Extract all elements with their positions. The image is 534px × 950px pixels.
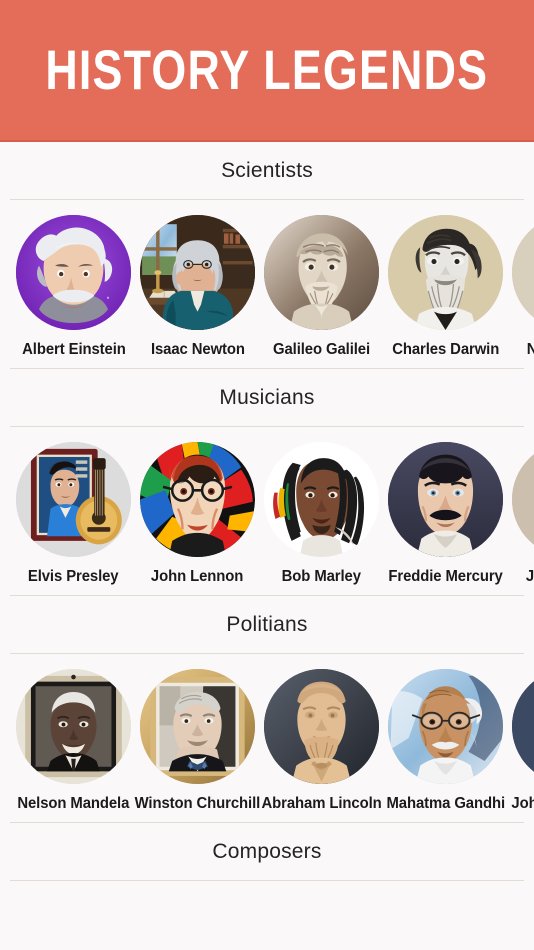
section-row-musicians: Elvis Presley John Lennon Bob Marley Freddi… xyxy=(10,427,534,596)
person-avatar[interactable] xyxy=(264,215,379,330)
category-scroll-area[interactable]: Scientists Albert Einstein Isaac Newton Gal… xyxy=(0,142,534,950)
app-header: HISTORY LEGENDS xyxy=(0,0,534,142)
section-header-politians: Politians xyxy=(10,596,524,654)
person-avatar[interactable] xyxy=(16,442,131,557)
person-avatar[interactable] xyxy=(512,215,534,330)
person-name: Elvis Presley xyxy=(28,568,119,585)
person-card[interactable]: Freddie Mercury xyxy=(388,442,503,586)
person-avatar[interactable] xyxy=(512,669,534,784)
person-card[interactable]: Nelson Mandela xyxy=(16,669,131,813)
person-avatar[interactable] xyxy=(140,215,255,330)
section-title: Politians xyxy=(226,613,308,636)
person-name: Mahatma Gandhi xyxy=(386,795,505,812)
person-card[interactable]: John F. Kennedy xyxy=(511,669,534,813)
person-avatar[interactable] xyxy=(512,442,534,557)
person-name: Abraham Lincoln xyxy=(261,795,382,812)
person-avatar[interactable] xyxy=(16,215,131,330)
person-avatar[interactable] xyxy=(264,442,379,557)
person-name: Isaac Newton xyxy=(150,341,245,358)
person-name: Albert Einstein xyxy=(21,341,126,358)
section-row-politians: Nelson Mandela Winston Churchill Abraham L… xyxy=(10,654,534,823)
person-avatar[interactable] xyxy=(264,669,379,784)
person-card[interactable]: Abraham Lincoln xyxy=(261,669,382,813)
section-title: Scientists xyxy=(221,159,313,182)
person-card[interactable]: Elvis Presley xyxy=(16,442,131,586)
app-root: HISTORY LEGENDS Scientists Albert Einstei… xyxy=(0,0,534,950)
person-card[interactable]: Nikola Tesla xyxy=(512,215,534,359)
person-name: Galileo Galilei xyxy=(273,341,370,358)
person-name: Bob Marley xyxy=(281,568,362,585)
app-title: HISTORY LEGENDS xyxy=(45,38,489,101)
person-avatar[interactable] xyxy=(388,215,503,330)
person-card[interactable]: Jimi Hendrix xyxy=(512,442,534,586)
person-avatar[interactable] xyxy=(388,669,503,784)
person-name: Winston Churchill xyxy=(134,795,261,812)
person-name: John Lennon xyxy=(151,568,244,585)
section-header-composers: Composers xyxy=(10,823,524,881)
section-row-scientists: Albert Einstein Isaac Newton Galileo Galil… xyxy=(10,200,534,369)
person-card[interactable]: Isaac Newton xyxy=(140,215,255,359)
person-name: Charles Darwin xyxy=(391,341,499,358)
person-card[interactable]: Albert Einstein xyxy=(16,215,131,359)
section-header-scientists: Scientists xyxy=(10,142,524,200)
person-avatar[interactable] xyxy=(388,442,503,557)
person-name: Jimi Hendrix xyxy=(525,568,534,585)
person-name: John F. Kennedy xyxy=(511,795,534,812)
section-title: Composers xyxy=(212,840,322,863)
person-name: Nikola Tesla xyxy=(527,341,534,359)
person-avatar[interactable] xyxy=(16,669,131,784)
section-title: Musicians xyxy=(219,386,315,409)
people-carousel[interactable]: Elvis Presley John Lennon Bob Marley Freddi… xyxy=(10,427,534,595)
person-card[interactable]: John Lennon xyxy=(140,442,255,586)
person-card[interactable]: Mahatma Gandhi xyxy=(386,669,505,813)
person-card[interactable]: Charles Darwin xyxy=(388,215,503,359)
person-card[interactable]: Bob Marley xyxy=(264,442,379,586)
person-avatar[interactable] xyxy=(140,669,255,784)
people-carousel[interactable]: Albert Einstein Isaac Newton Galileo Galil… xyxy=(10,200,534,368)
person-avatar[interactable] xyxy=(140,442,255,557)
people-carousel[interactable]: Nelson Mandela Winston Churchill Abraham L… xyxy=(10,654,534,822)
person-card[interactable]: Galileo Galilei xyxy=(264,215,379,359)
person-name: Nelson Mandela xyxy=(17,795,130,812)
person-name: Freddie Mercury xyxy=(388,568,503,585)
section-header-musicians: Musicians xyxy=(10,369,524,427)
person-card[interactable]: Winston Churchill xyxy=(135,669,260,813)
